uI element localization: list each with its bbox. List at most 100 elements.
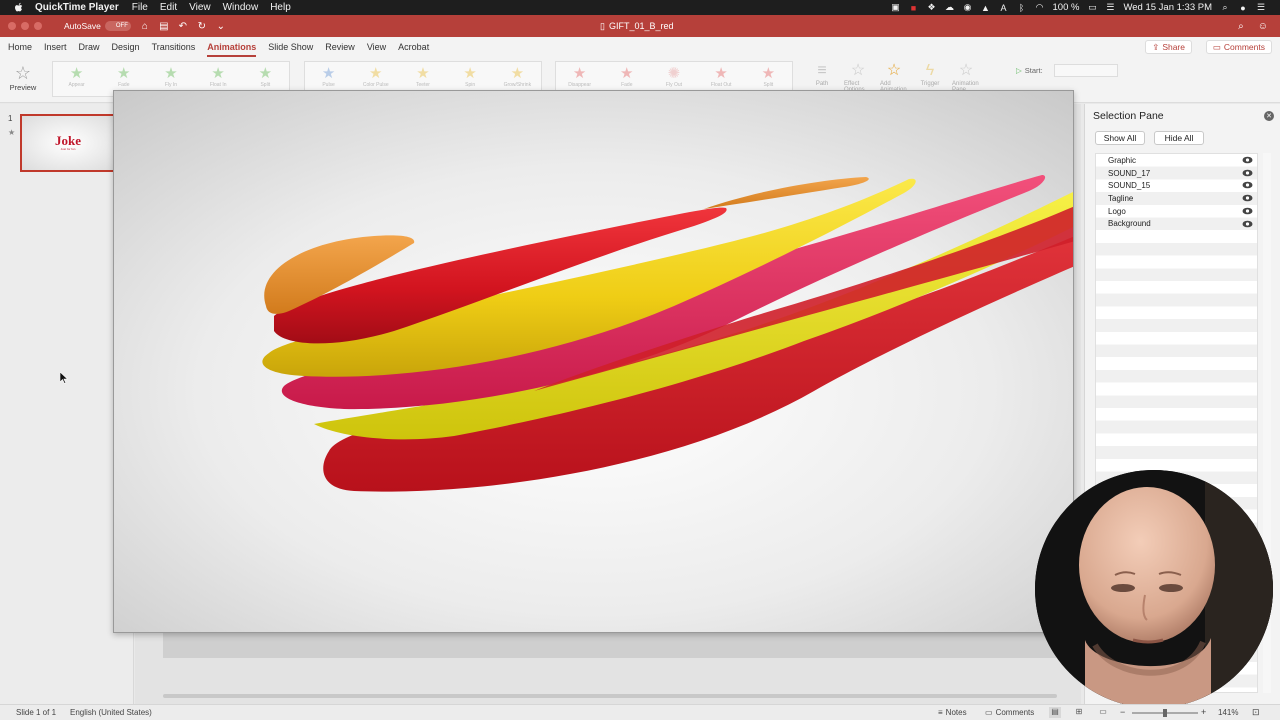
menu-edit[interactable]: Edit bbox=[160, 2, 177, 13]
customize-toolbar-icon[interactable]: ⌄ bbox=[216, 21, 226, 32]
tab-home[interactable]: Home bbox=[8, 37, 32, 57]
tab-slide-show[interactable]: Slide Show bbox=[268, 37, 313, 57]
autosave-control[interactable]: AutoSave OFF bbox=[64, 21, 131, 31]
tab-acrobat[interactable]: Acrobat bbox=[398, 37, 429, 57]
dropbox-icon[interactable]: ❖ bbox=[927, 2, 937, 13]
spotlight-search-icon[interactable]: ⌕ bbox=[1220, 2, 1230, 13]
user-avatar-icon[interactable]: ● bbox=[1238, 3, 1248, 13]
notification-center-icon[interactable]: ☰ bbox=[1256, 2, 1266, 13]
add-animation-button[interactable]: ☆ Add Animation bbox=[880, 61, 908, 93]
slide-sorter-icon[interactable]: ⊞ bbox=[1073, 707, 1085, 718]
wifi-icon[interactable]: ◠ bbox=[1035, 2, 1045, 13]
close-window-button[interactable] bbox=[8, 22, 16, 30]
effect-appear[interactable]: ★ Appear bbox=[59, 66, 95, 89]
zoom-in-icon[interactable]: + bbox=[1201, 707, 1206, 717]
tab-draw[interactable]: Draw bbox=[79, 37, 100, 57]
save-icon[interactable]: ▤ bbox=[159, 21, 169, 32]
zoom-out-icon[interactable]: − bbox=[1120, 707, 1125, 717]
effect-disappear[interactable]: ★ Disappear bbox=[562, 66, 598, 89]
effect-color-pulse[interactable]: ★ Color Pulse bbox=[358, 66, 394, 89]
tab-design[interactable]: Design bbox=[112, 37, 140, 57]
apple-menu-icon[interactable] bbox=[13, 2, 25, 14]
clock[interactable]: Wed 15 Jan 1:33 PM bbox=[1123, 2, 1212, 13]
fit-to-window-icon[interactable]: ⊡ bbox=[1252, 707, 1260, 718]
effect-fade-out[interactable]: ★ Fade bbox=[609, 66, 645, 89]
ribbon-graphic[interactable] bbox=[114, 91, 1074, 633]
redo-icon[interactable]: ↻ bbox=[197, 21, 207, 32]
start-select[interactable] bbox=[1054, 64, 1118, 77]
menu-help[interactable]: Help bbox=[270, 2, 291, 13]
tab-transitions[interactable]: Transitions bbox=[152, 37, 196, 57]
visibility-eye-icon[interactable] bbox=[1242, 181, 1253, 189]
status-comments-button[interactable]: ▭ Comments bbox=[985, 708, 1034, 717]
layer-item-logo[interactable]: Logo bbox=[1096, 205, 1257, 218]
status-app-icon[interactable]: ▣ bbox=[891, 2, 901, 13]
path-button[interactable]: ≡ Path bbox=[808, 61, 836, 87]
layer-item-tagline[interactable]: Tagline bbox=[1096, 192, 1257, 205]
close-pane-icon[interactable]: ✕ bbox=[1264, 111, 1274, 121]
notes-button[interactable]: ≡ Notes bbox=[938, 708, 967, 717]
slide-thumbnail[interactable]: Joke Just for fun bbox=[20, 114, 116, 172]
tab-review[interactable]: Review bbox=[325, 37, 355, 57]
visibility-eye-icon[interactable] bbox=[1242, 194, 1253, 202]
battery-icon[interactable]: ▭ bbox=[1087, 2, 1097, 13]
layer-item-sound-17[interactable]: SOUND_17 bbox=[1096, 167, 1257, 180]
horizontal-scrollbar[interactable] bbox=[145, 692, 1077, 700]
adobe-icon[interactable]: A bbox=[999, 3, 1009, 13]
zoom-slider-handle[interactable] bbox=[1163, 709, 1167, 717]
effect-fly-in[interactable]: ★ Fly In bbox=[153, 66, 189, 89]
normal-view-icon[interactable]: ▤ bbox=[1049, 707, 1061, 718]
share-button[interactable]: ⇪ Share bbox=[1145, 40, 1192, 54]
autosave-toggle[interactable]: OFF bbox=[104, 21, 131, 31]
visibility-eye-icon[interactable] bbox=[1242, 169, 1253, 177]
record-icon[interactable]: ■ bbox=[909, 3, 919, 13]
hide-all-button[interactable]: Hide All bbox=[1154, 131, 1204, 145]
zoom-level[interactable]: 141% bbox=[1218, 708, 1238, 717]
layer-item-background[interactable]: Background bbox=[1096, 218, 1257, 231]
slide-canvas[interactable] bbox=[113, 90, 1074, 633]
show-all-button[interactable]: Show All bbox=[1095, 131, 1145, 145]
zoom-window-button[interactable] bbox=[34, 22, 42, 30]
visibility-eye-icon[interactable] bbox=[1242, 207, 1253, 215]
effect-split[interactable]: ★ Split bbox=[247, 66, 283, 89]
reading-view-icon[interactable]: ▭ bbox=[1097, 707, 1109, 718]
preview-button[interactable]: ☆ Preview bbox=[6, 63, 40, 99]
warning-icon[interactable]: ▲ bbox=[981, 3, 991, 13]
app-name-menu[interactable]: QuickTime Player bbox=[35, 2, 119, 13]
scrollbar-thumb[interactable] bbox=[163, 694, 1057, 698]
effect-options-button[interactable]: ☆ Effect Options bbox=[844, 61, 872, 93]
tab-animations[interactable]: Animations bbox=[207, 37, 257, 57]
effect-float-in[interactable]: ★ Float In bbox=[200, 66, 236, 89]
menu-window[interactable]: Window bbox=[223, 2, 259, 13]
search-icon[interactable]: ⌕ bbox=[1238, 21, 1244, 32]
animation-pane-button[interactable]: ☆ Animation Pane bbox=[952, 61, 980, 93]
trigger-button[interactable]: ϟ Trigger bbox=[916, 61, 944, 87]
bluetooth-icon[interactable]: ᛒ bbox=[1017, 3, 1027, 13]
layer-name: Graphic bbox=[1108, 155, 1137, 165]
effect-teeter[interactable]: ★ Teeter bbox=[405, 66, 441, 89]
tab-view[interactable]: View bbox=[367, 37, 386, 57]
account-icon[interactable]: ☺ bbox=[1258, 21, 1268, 32]
effect-fade[interactable]: ★ Fade bbox=[106, 66, 142, 89]
effect-pulse[interactable]: ★ Pulse bbox=[311, 66, 347, 89]
comments-button[interactable]: ▭ Comments bbox=[1205, 40, 1272, 54]
control-center-icon[interactable]: ☰ bbox=[1105, 2, 1115, 13]
effect-grow-shrink[interactable]: ★ Grow/Shrink bbox=[499, 66, 535, 89]
effect-fly-out[interactable]: ✺ Fly Out bbox=[656, 66, 692, 89]
visibility-eye-icon[interactable] bbox=[1242, 220, 1253, 228]
tab-insert[interactable]: Insert bbox=[44, 37, 67, 57]
menu-file[interactable]: File bbox=[132, 2, 148, 13]
layer-item-graphic[interactable]: Graphic bbox=[1096, 154, 1257, 167]
effect-spin[interactable]: ★ Spin bbox=[452, 66, 488, 89]
visibility-eye-icon[interactable] bbox=[1242, 156, 1253, 164]
creative-cloud-icon[interactable]: ◉ bbox=[963, 2, 973, 13]
undo-icon[interactable]: ↶ bbox=[178, 21, 188, 32]
menu-view[interactable]: View bbox=[189, 2, 211, 13]
effect-float-out[interactable]: ★ Float Out bbox=[703, 66, 739, 89]
minimize-window-button[interactable] bbox=[21, 22, 29, 30]
layer-item-sound-15[interactable]: SOUND_15 bbox=[1096, 179, 1257, 192]
effect-split-out[interactable]: ★ Split bbox=[750, 66, 786, 89]
home-icon[interactable]: ⌂ bbox=[140, 21, 150, 32]
cloud-icon[interactable]: ☁ bbox=[945, 2, 955, 13]
language-indicator[interactable]: English (United States) bbox=[70, 708, 152, 717]
